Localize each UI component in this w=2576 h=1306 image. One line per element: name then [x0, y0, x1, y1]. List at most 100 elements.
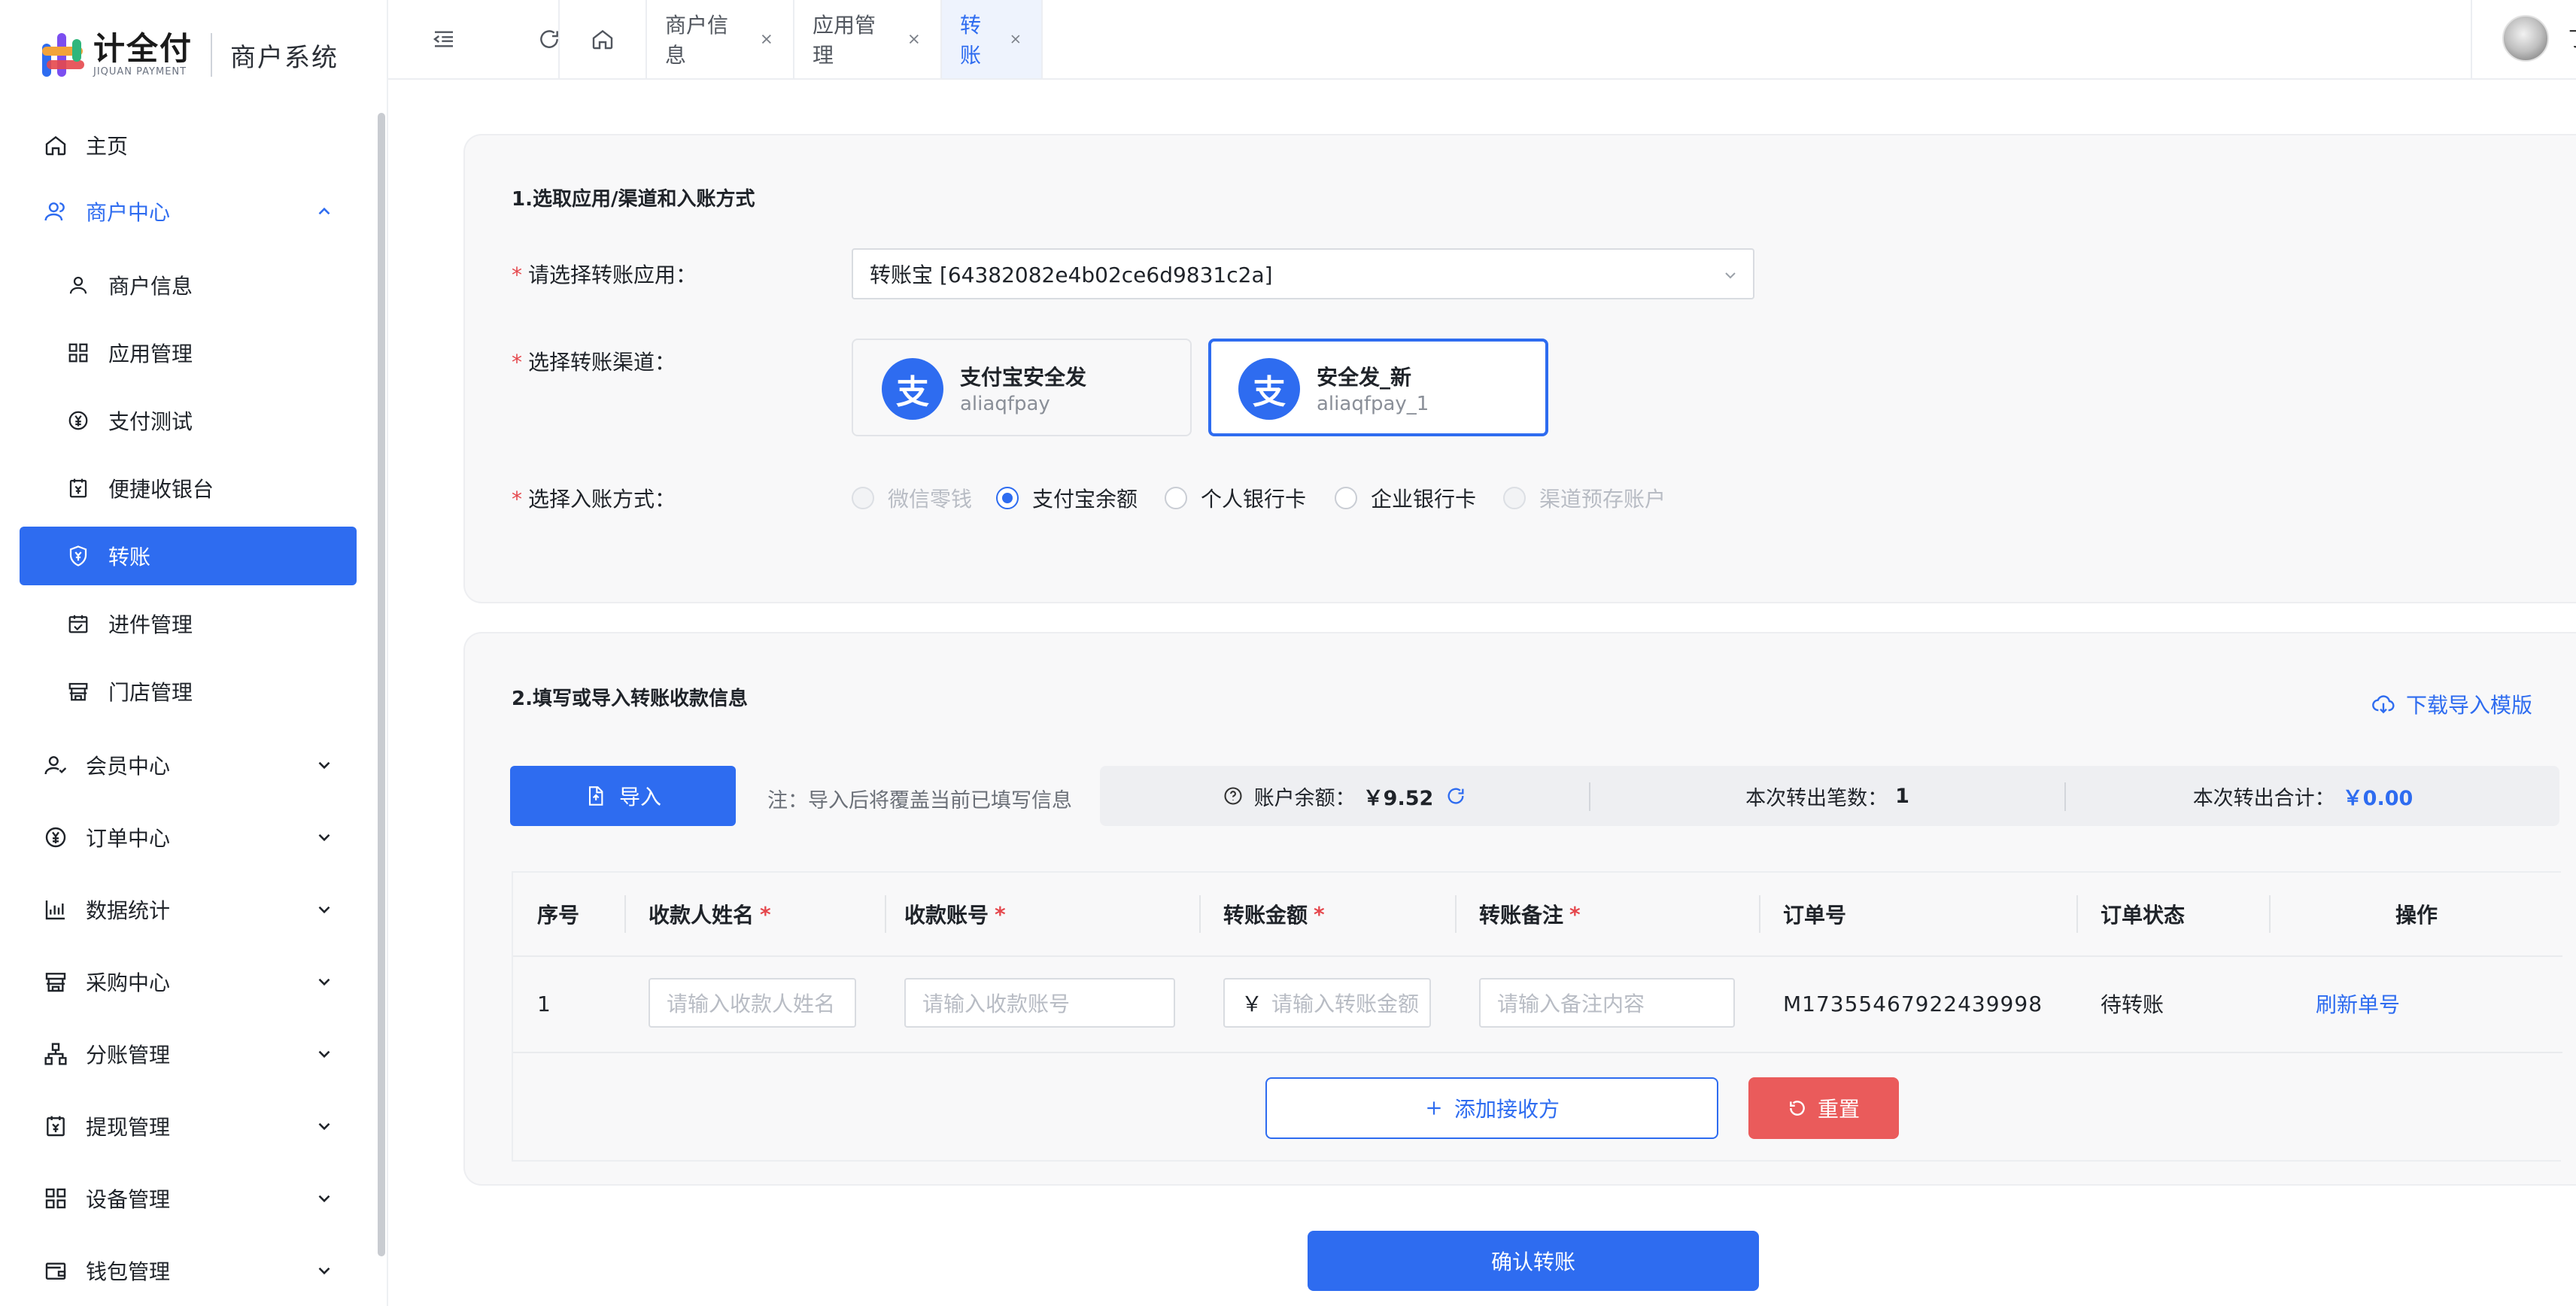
sidebar-scrollbar[interactable] — [378, 113, 385, 1256]
order-number: M17355467922439998 — [1783, 991, 2043, 1016]
nav-withdraw[interactable]: 提现管理 — [20, 1097, 357, 1156]
user-menu[interactable]: 丁 — [2471, 0, 2576, 78]
reset-button[interactable]: 重置 — [1748, 1077, 1899, 1139]
chevron-down-icon — [1725, 272, 1736, 279]
nav-store[interactable]: 门店管理 — [20, 662, 357, 721]
bar-chart-icon — [42, 896, 69, 923]
nav-transfer[interactable]: 转账 — [20, 527, 357, 585]
tab-transfer[interactable]: 转账 — [940, 0, 1043, 78]
org-tree-icon — [42, 1040, 69, 1068]
brand-logo[interactable]: 计全付 JIQUAN PAYMENT 商户系统 — [39, 29, 339, 81]
app-select[interactable]: 转账宝 [64382082e4b02ce6d9831c2a] — [852, 248, 1754, 299]
collapse-menu-button[interactable] — [406, 0, 481, 78]
divider — [885, 895, 886, 933]
indent-icon — [433, 31, 453, 47]
refresh-order-link[interactable]: 刷新单号 — [2316, 955, 2400, 1052]
chevron-down-icon — [318, 1122, 330, 1131]
logo-divider — [211, 33, 213, 77]
radio-dot — [1335, 487, 1357, 509]
yuan-circle-icon — [65, 407, 92, 434]
refresh-balance-icon[interactable] — [1445, 785, 1466, 806]
divider — [1455, 895, 1457, 933]
fill-import-panel: 2.填写或导入转账收款信息 下载导入模版 导入 注：导入后将覆盖当前已填写信息 … — [463, 632, 2576, 1186]
nav-app-management[interactable]: 应用管理 — [20, 323, 357, 382]
chevron-down-icon — [318, 978, 330, 986]
add-payee-button[interactable]: 添加接收方 — [1265, 1077, 1718, 1139]
nav-device-management[interactable]: 设备管理 — [20, 1169, 357, 1228]
calendar-check-icon — [65, 610, 92, 637]
nav-wallet[interactable]: 钱包管理 — [20, 1241, 357, 1300]
import-note: 注：导入后将覆盖当前已填写信息 — [767, 789, 1072, 812]
order-status: 待转账 — [2101, 992, 2164, 1017]
chevron-down-icon — [318, 1195, 330, 1203]
remark-input[interactable]: 请输入备注内容 — [1479, 978, 1735, 1028]
tab-app-management[interactable]: 应用管理 — [793, 0, 940, 78]
channel-card-aliaqfpay[interactable]: 支 支付宝安全发 aliaqfpay — [852, 339, 1192, 436]
system-name: 商户系统 — [230, 42, 339, 73]
nav-pay-test[interactable]: 支付测试 — [20, 391, 357, 450]
help-circle-icon[interactable] — [1223, 785, 1244, 806]
nav-label: 采购中心 — [86, 970, 171, 995]
nav-label: 门店管理 — [108, 680, 193, 705]
col-header: 转账金额 * — [1223, 901, 1325, 928]
row-divider — [513, 955, 2562, 957]
radio-personal-bank[interactable]: 个人银行卡 — [1165, 483, 1306, 513]
divider — [1199, 895, 1201, 933]
confirm-transfer-button[interactable]: 确认转账 — [1308, 1231, 1759, 1291]
nav-label: 应用管理 — [108, 342, 193, 366]
radio-prepaid-account[interactable]: 渠道预存账户 — [1503, 483, 1666, 513]
radio-dot — [852, 487, 874, 509]
close-icon[interactable] — [1008, 31, 1023, 47]
nav-order-center[interactable]: 订单中心 — [20, 808, 357, 867]
section-title: 1.选取应用/渠道和入账方式 — [512, 188, 755, 211]
col-header: 转账备注 * — [1479, 901, 1581, 928]
channel-card-aliaqfpay-1[interactable]: 支 安全发_新 aliaqfpay_1 — [1208, 339, 1548, 436]
nav-merchant-center[interactable]: 商户中心 — [20, 182, 357, 241]
nav-label: 分账管理 — [86, 1043, 171, 1068]
tab-home[interactable] — [558, 0, 646, 78]
radio-wechat-change[interactable]: 微信零钱 — [852, 483, 972, 513]
nav-member-center[interactable]: 会员中心 — [20, 736, 357, 794]
avatar[interactable] — [2502, 15, 2549, 62]
row-index: 1 — [537, 991, 551, 1016]
purchase-icon — [42, 968, 69, 995]
col-header: 订单号 — [1783, 903, 1847, 928]
wallet-icon — [42, 1257, 69, 1284]
store-icon — [65, 678, 92, 705]
sidebar: 计全付 JIQUAN PAYMENT 商户系统 主页 商户中心 商户信息 应用管… — [0, 0, 388, 1306]
import-button[interactable]: 导入 — [510, 766, 736, 826]
nav-label: 主页 — [86, 134, 129, 159]
nav-split-management[interactable]: 分账管理 — [20, 1025, 357, 1083]
tab-label: 转账 — [960, 13, 982, 68]
divider — [624, 895, 626, 933]
amount-input[interactable]: ￥ 请输入转账金额 — [1223, 978, 1431, 1028]
close-icon[interactable] — [906, 31, 922, 47]
col-header: 收款人姓名 * — [649, 901, 771, 928]
channel-code: aliaqfpay_1 — [1317, 393, 1429, 415]
radio-dot — [1165, 487, 1187, 509]
radio-alipay-balance[interactable]: 支付宝余额 — [996, 483, 1138, 513]
chevron-up-icon — [318, 207, 330, 215]
nav-label: 商户信息 — [108, 274, 193, 299]
reset-icon — [1790, 1101, 1805, 1116]
tab-merchant-info[interactable]: 商户信息 — [646, 0, 793, 78]
nav-onboarding[interactable]: 进件管理 — [20, 594, 357, 653]
nav-purchase-center[interactable]: 采购中心 — [20, 952, 357, 1011]
nav-label: 商户中心 — [86, 200, 171, 225]
payee-name-input[interactable]: 请输入收款人姓名 — [649, 978, 856, 1028]
device-grid-icon — [42, 1185, 69, 1212]
col-header: 订单状态 — [2101, 903, 2186, 928]
nav-statistics[interactable]: 数据统计 — [20, 880, 357, 939]
col-header: 序号 — [537, 903, 580, 928]
nav-cashier[interactable]: 便捷收银台 — [20, 459, 357, 518]
radio-business-bank[interactable]: 企业银行卡 — [1335, 483, 1476, 513]
nav-merchant-info[interactable]: 商户信息 — [20, 256, 357, 314]
close-icon[interactable] — [758, 31, 775, 47]
download-template-link[interactable]: 下载导入模版 — [2371, 689, 2532, 719]
nav-label: 提现管理 — [86, 1115, 171, 1140]
nav-label: 转账 — [108, 545, 151, 569]
payee-account-input[interactable]: 请输入收款账号 — [904, 978, 1175, 1028]
channel-name: 支付宝安全发 — [960, 365, 1087, 390]
nav-home[interactable]: 主页 — [20, 116, 357, 175]
nav-label: 支付测试 — [108, 409, 193, 434]
